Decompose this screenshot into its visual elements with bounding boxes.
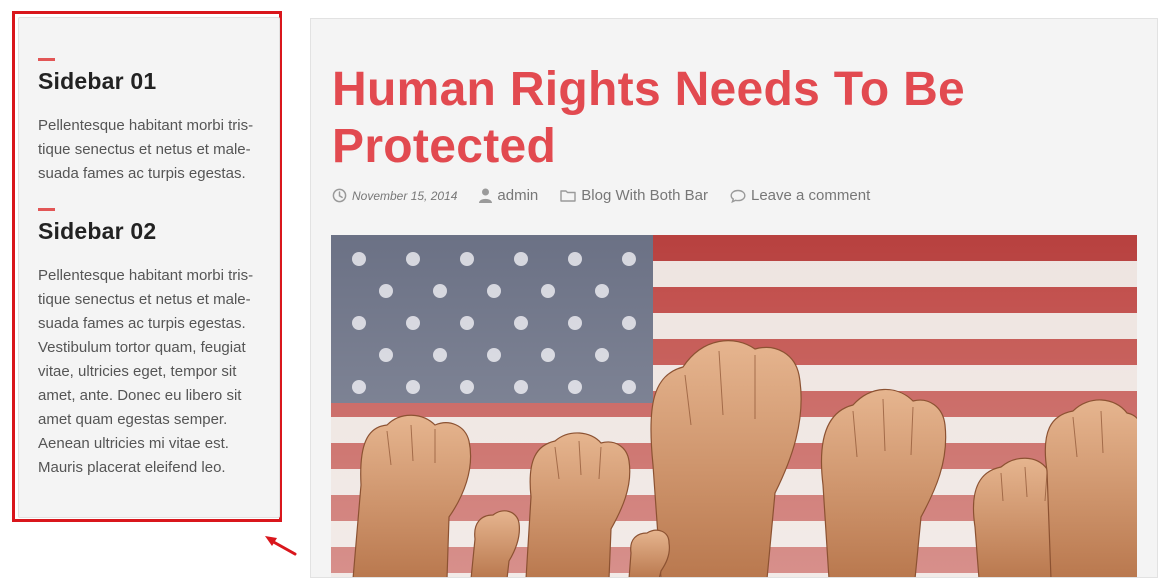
widget-accent-bar: [38, 208, 55, 211]
post-comments-link[interactable]: Leave a comment: [751, 187, 870, 204]
post-date: November 15, 2014: [352, 188, 458, 203]
meta-comments: Leave a comment: [730, 187, 870, 204]
featured-image-illustration: [331, 235, 1137, 577]
post-title[interactable]: Human Rights Needs To Be Protected: [332, 61, 1032, 175]
user-icon: [479, 188, 493, 203]
meta-author: admin: [479, 187, 538, 204]
meta-date: November 15, 2014: [332, 188, 457, 203]
widget-title: Sidebar 02: [38, 218, 157, 244]
sidebar: Sidebar 01 Pellentesque habitant morbi t…: [18, 17, 280, 518]
post-meta: November 15, 2014 admin Blog With Both B…: [332, 187, 892, 204]
clock-icon: [332, 188, 347, 203]
widget-accent-bar: [38, 58, 55, 61]
widget-title: Sidebar 01: [38, 68, 157, 94]
post-author-link[interactable]: admin: [497, 187, 538, 204]
folder-icon: [560, 190, 576, 202]
comment-icon: [730, 189, 746, 203]
sidebar-widget-2: Sidebar 02 Pellentesque habitant morbi t…: [38, 208, 260, 480]
main-content: Human Rights Needs To Be Protected Novem…: [310, 18, 1158, 578]
sidebar-widget-1: Sidebar 01 Pellentesque habitant morbi t…: [38, 58, 260, 186]
meta-category: Blog With Both Bar: [560, 187, 708, 204]
pointer-arrow-icon: [265, 536, 297, 556]
post-category-link[interactable]: Blog With Both Bar: [581, 187, 708, 204]
widget-text: Pellentesque habitant morbi tris-tique s…: [38, 117, 254, 182]
featured-image[interactable]: [331, 235, 1137, 577]
widget-text: Pellentesque habitant morbi tris-tique s…: [38, 267, 254, 476]
